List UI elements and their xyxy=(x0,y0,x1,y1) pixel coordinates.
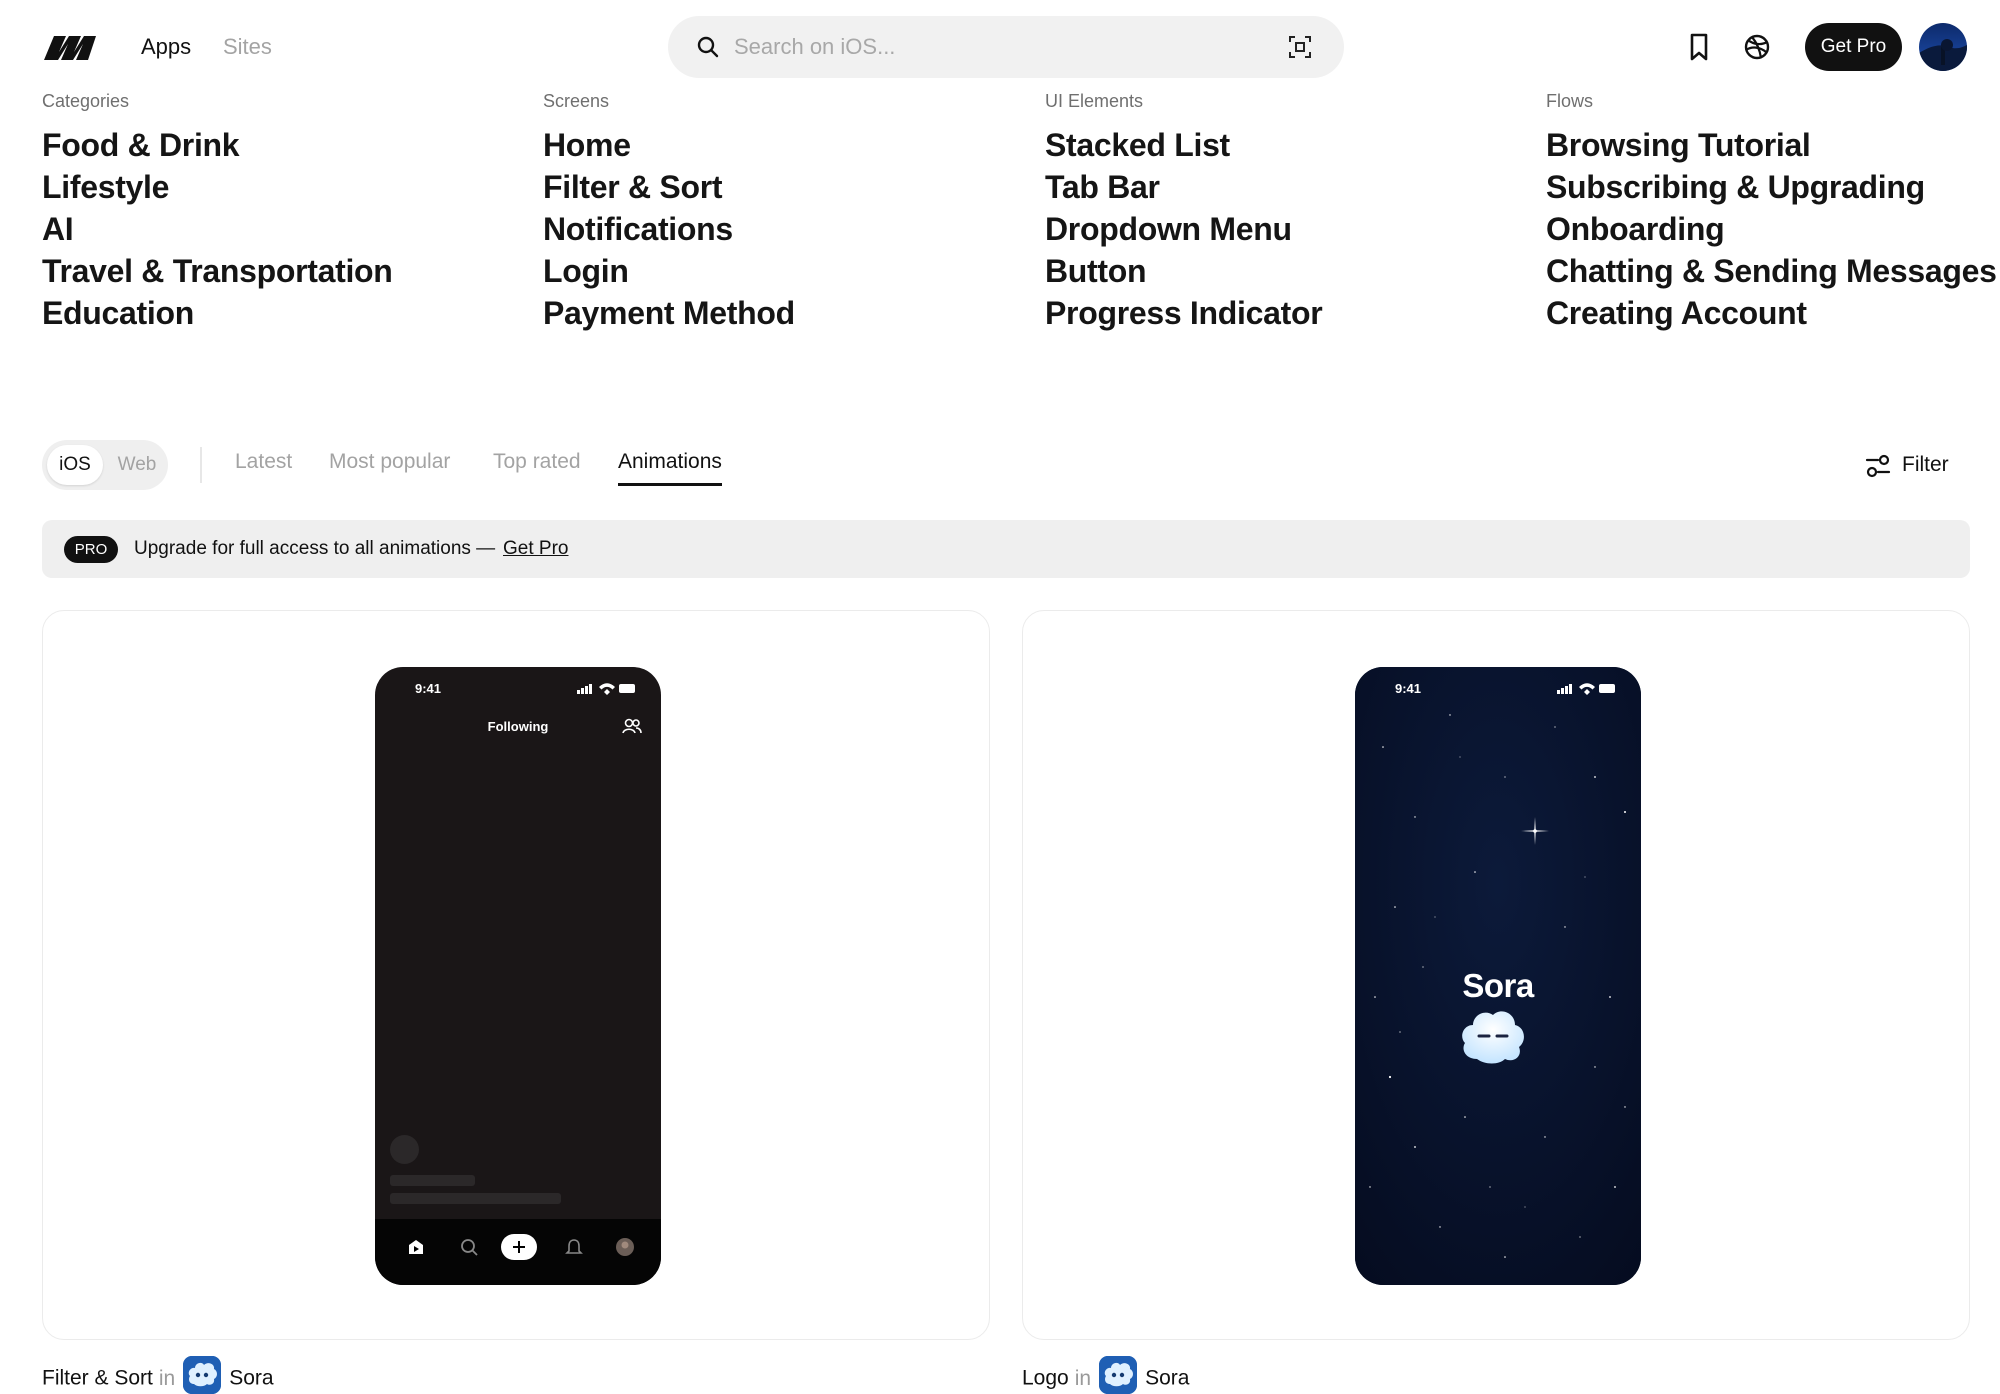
sora-app-icon[interactable] xyxy=(1099,1356,1138,1394)
phone-preview: 9:41 Sora xyxy=(1355,667,1641,1285)
platform-toggle: iOS Web xyxy=(42,440,168,490)
search-bar[interactable] xyxy=(668,16,1344,78)
menu-column-categories: Categories Food & Drink Lifestyle AI Tra… xyxy=(42,90,393,334)
status-time: 9:41 xyxy=(1395,681,1422,696)
logo-icon[interactable] xyxy=(42,34,100,60)
menu-item-food-drink[interactable]: Food & Drink xyxy=(42,124,393,166)
menu-item-education[interactable]: Education xyxy=(42,292,393,334)
caption-app-name[interactable]: Sora xyxy=(1145,1367,1189,1390)
status-icons xyxy=(1557,683,1615,695)
search-icon xyxy=(461,1239,478,1256)
tab-most-popular[interactable]: Most popular xyxy=(329,450,450,486)
caption-in: in xyxy=(158,1366,176,1390)
menu-item-chatting-sending-messages[interactable]: Chatting & Sending Messages xyxy=(1546,250,1997,292)
card-caption[interactable]: Filter & Sort in Sora xyxy=(42,1356,274,1394)
sora-logo-text: Sora xyxy=(1462,967,1534,1004)
pro-upgrade-banner: PRO Upgrade for full access to all anima… xyxy=(42,520,1970,578)
caption-screen-name[interactable]: Filter & Sort xyxy=(42,1367,153,1390)
get-pro-link[interactable]: Get Pro xyxy=(503,538,568,560)
phone-header-title: Following xyxy=(487,719,549,734)
menu-item-dropdown-menu[interactable]: Dropdown Menu xyxy=(1045,208,1322,250)
menu-item-ai[interactable]: AI xyxy=(42,208,393,250)
menu-item-browsing-tutorial[interactable]: Browsing Tutorial xyxy=(1546,124,1997,166)
card-caption[interactable]: Logo in Sora xyxy=(1022,1356,1189,1394)
animation-card[interactable]: 9:41 Sora xyxy=(1022,610,1970,1340)
menu-item-notifications[interactable]: Notifications xyxy=(543,208,795,250)
pro-banner-text: Upgrade for full access to all animation… xyxy=(134,538,496,559)
menu-item-subscribing-upgrading[interactable]: Subscribing & Upgrading xyxy=(1546,166,1997,208)
friends-icon xyxy=(622,718,642,734)
avatar[interactable] xyxy=(1919,23,1967,71)
column-title: Flows xyxy=(1546,91,1594,111)
column-title: UI Elements xyxy=(1045,91,1144,111)
get-pro-button[interactable]: Get Pro xyxy=(1805,23,1902,71)
nav-apps-link[interactable]: Apps xyxy=(141,34,191,60)
column-title: Categories xyxy=(42,91,130,111)
status-icons xyxy=(577,683,635,695)
menu-item-lifestyle[interactable]: Lifestyle xyxy=(42,166,393,208)
caption-screen-name[interactable]: Logo xyxy=(1022,1367,1069,1390)
menu-item-filter-sort[interactable]: Filter & Sort xyxy=(543,166,795,208)
scan-icon[interactable] xyxy=(1288,35,1312,59)
menu-item-stacked-list[interactable]: Stacked List xyxy=(1045,124,1322,166)
menu-item-payment-method[interactable]: Payment Method xyxy=(543,292,795,334)
search-input[interactable] xyxy=(734,16,1254,78)
menu-item-login[interactable]: Login xyxy=(543,250,795,292)
phone-preview: 9:41 Following xyxy=(375,667,661,1285)
menu-item-button[interactable]: Button xyxy=(1045,250,1322,292)
menu-column-screens: Screens Home Filter & Sort Notifications… xyxy=(543,90,795,334)
tab-animations[interactable]: Animations xyxy=(618,450,722,486)
filter-icon xyxy=(1865,454,1891,478)
caption-in: in xyxy=(1074,1366,1092,1390)
pro-badge: PRO xyxy=(64,536,118,563)
divider xyxy=(200,447,202,483)
menu-item-tab-bar[interactable]: Tab Bar xyxy=(1045,166,1322,208)
menu-column-ui-elements: UI Elements Stacked List Tab Bar Dropdow… xyxy=(1045,90,1323,334)
dribbble-icon[interactable] xyxy=(1740,30,1774,64)
tab-latest[interactable]: Latest xyxy=(235,450,292,486)
menu-item-creating-account[interactable]: Creating Account xyxy=(1546,292,1997,334)
status-time: 9:41 xyxy=(415,681,442,696)
create-plus-icon xyxy=(501,1234,537,1260)
filter-label: Filter xyxy=(1902,453,1949,476)
platform-ios-option[interactable]: iOS xyxy=(47,445,103,485)
menu-item-onboarding[interactable]: Onboarding xyxy=(1546,208,1997,250)
tab-top-rated[interactable]: Top rated xyxy=(493,450,581,486)
platform-web-option[interactable]: Web xyxy=(112,445,162,485)
nav-sites-link[interactable]: Sites xyxy=(223,34,272,60)
phone-tab-bar xyxy=(375,1219,661,1285)
column-title: Screens xyxy=(543,91,610,111)
skeleton-avatar xyxy=(390,1135,419,1164)
sora-cloud-icon xyxy=(1462,1011,1524,1064)
menu-column-flows: Flows Browsing Tutorial Subscribing & Up… xyxy=(1546,90,1997,334)
menu-item-travel-transportation[interactable]: Travel & Transportation xyxy=(42,250,393,292)
bell-icon xyxy=(565,1239,583,1254)
sora-app-icon[interactable] xyxy=(183,1356,222,1394)
top-bar: Apps Sites Get Pro xyxy=(0,0,2000,94)
search-icon xyxy=(697,36,719,58)
home-icon xyxy=(409,1240,423,1254)
skeleton-line xyxy=(390,1193,561,1204)
skeleton-line xyxy=(390,1175,475,1186)
profile-avatar-icon xyxy=(616,1238,634,1256)
bookmark-icon[interactable] xyxy=(1682,30,1716,64)
menu-item-home[interactable]: Home xyxy=(543,124,795,166)
menu-item-progress-indicator[interactable]: Progress Indicator xyxy=(1045,292,1323,334)
caption-app-name[interactable]: Sora xyxy=(229,1367,273,1390)
animation-card[interactable]: 9:41 Following xyxy=(42,610,990,1340)
